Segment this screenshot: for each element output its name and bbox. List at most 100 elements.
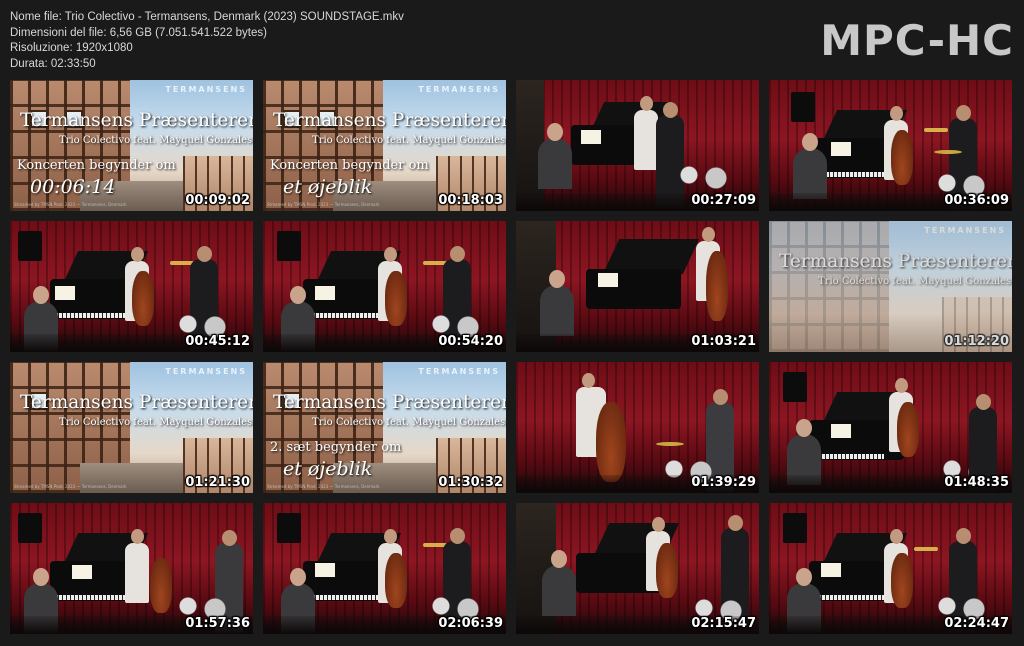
thumbnail[interactable]: 00:45:12 xyxy=(10,221,253,352)
thumbnail[interactable]: 00:36:09 xyxy=(769,80,1012,211)
cymbal xyxy=(934,150,962,154)
double-bass xyxy=(385,271,407,326)
timestamp: 01:21:30 xyxy=(185,475,250,490)
thumbnail[interactable]: TERMANSENS Termansens Præsenterer: Trio … xyxy=(263,80,506,211)
slide-subtitle: Trio Colectivo feat. Mayquel Gonzales xyxy=(59,135,253,146)
thumbnail[interactable]: 00:54:20 xyxy=(263,221,506,352)
double-bass xyxy=(706,251,728,321)
piano-keys xyxy=(55,595,125,600)
sheet-music xyxy=(831,424,851,438)
file-name: Nome file: Trio Colectivo - Termansens, … xyxy=(10,11,404,23)
slide-moment: et øjeblik xyxy=(283,458,373,480)
pianist xyxy=(542,550,576,616)
pianist xyxy=(793,133,827,199)
slide-title: Termansens Præsenterer: xyxy=(779,251,1012,272)
timestamp: 00:54:20 xyxy=(438,334,503,349)
brand-logo: TERMANSENS xyxy=(165,85,247,94)
brand-logo: TERMANSENS xyxy=(418,85,500,94)
bassist xyxy=(125,529,149,603)
pianist xyxy=(538,123,572,189)
piano-keys xyxy=(55,313,125,318)
timestamp: 02:15:47 xyxy=(691,616,756,631)
double-bass xyxy=(596,402,626,482)
speaker xyxy=(18,513,42,543)
thumbnail[interactable]: TERMANSENS Termansens Præsenterer: Trio … xyxy=(263,362,506,493)
double-bass xyxy=(897,402,919,457)
sheet-music xyxy=(821,563,841,577)
slide-subtitle: Trio Colectivo feat. Mayquel Gonzales xyxy=(59,417,253,428)
speaker xyxy=(18,231,42,261)
timestamp: 01:30:32 xyxy=(438,475,503,490)
slide-title: Termansens Præsenterer: xyxy=(273,392,506,413)
timestamp: 01:48:35 xyxy=(944,475,1009,490)
thumbnail[interactable]: TERMANSENS Termansens Præsenterer: Trio … xyxy=(10,362,253,493)
double-bass xyxy=(385,553,407,608)
sheet-music xyxy=(315,563,335,577)
double-bass xyxy=(656,543,678,598)
trumpet xyxy=(924,128,948,132)
stream-credit: Streamed by TMSN Prod. 2023 — Termansens… xyxy=(14,202,127,207)
timestamp: 02:24:47 xyxy=(944,616,1009,631)
slide-begin-text: 2. sæt begynder om xyxy=(270,440,402,455)
double-bass xyxy=(891,553,913,608)
brand-logo: TERMANSENS xyxy=(418,367,500,376)
pianist xyxy=(540,270,574,336)
slide-subtitle: Trio Colectivo feat. Mayquel Gonzales xyxy=(818,276,1012,287)
thumbnail[interactable]: 01:57:36 xyxy=(10,503,253,634)
timestamp: 01:39:29 xyxy=(691,475,756,490)
timestamp: 02:06:39 xyxy=(438,616,503,631)
file-size: Dimensioni del file: 6,56 GB (7.051.541.… xyxy=(10,26,267,39)
slide-subtitle: Trio Colectivo feat. Mayquel Gonzales xyxy=(312,135,506,146)
piano-keys xyxy=(814,454,884,459)
slide-moment: et øjeblik xyxy=(283,176,373,198)
slide-begin-text: Koncerten begynder om xyxy=(17,158,176,173)
double-bass xyxy=(891,130,913,185)
timestamp: 01:57:36 xyxy=(185,616,250,631)
piano-keys xyxy=(814,595,884,600)
thumbnail[interactable]: 02:24:47 xyxy=(769,503,1012,634)
thumbnail[interactable]: TERMANSENS Termansens Præsenterer: Trio … xyxy=(769,221,1012,352)
timestamp: 00:45:12 xyxy=(185,334,250,349)
timestamp: 01:12:20 xyxy=(944,334,1009,349)
slide-title: Termansens Præsenterer: xyxy=(20,392,253,413)
sheet-music xyxy=(315,286,335,300)
piano-keys xyxy=(308,313,378,318)
slide-begin-text: Koncerten begynder om xyxy=(270,158,429,173)
thumbnail[interactable]: 00:27:09 xyxy=(516,80,759,211)
file-info: Nome file: Trio Colectivo - Termansens, … xyxy=(10,10,404,72)
stream-credit: Streamed by TMSN Prod. 2023 — Termansens… xyxy=(14,484,127,489)
thumbnail[interactable]: TERMANSENS Termansens Præsenterer: Trio … xyxy=(10,80,253,211)
timestamp: 00:09:02 xyxy=(185,193,250,208)
slide-subtitle: Trio Colectivo feat. Mayquel Gonzales xyxy=(312,417,506,428)
app-logo: MPC-HC xyxy=(820,16,1014,65)
resolution: Risoluzione: 1920x1080 xyxy=(10,42,133,55)
slide-title: Termansens Præsenterer: xyxy=(20,110,253,131)
cymbal xyxy=(656,442,684,446)
timestamp: 00:27:09 xyxy=(691,193,756,208)
stream-credit: Streamed by TMSN Prod. 2023 — Termansens… xyxy=(267,202,380,207)
thumbnail[interactable]: 02:06:39 xyxy=(263,503,506,634)
bassist xyxy=(634,96,658,170)
thumbnail[interactable]: 02:15:47 xyxy=(516,503,759,634)
sheet-music xyxy=(72,565,92,579)
drums xyxy=(671,160,731,190)
thumbnail[interactable]: 01:03:21 xyxy=(516,221,759,352)
sheet-music xyxy=(831,142,851,156)
brand-logo: TERMANSENS xyxy=(165,367,247,376)
brand-logo: TERMANSENS xyxy=(924,226,1006,235)
speaker xyxy=(783,372,807,402)
timestamp: 01:03:21 xyxy=(691,334,756,349)
slide-title: Termansens Præsenterer: xyxy=(273,110,506,131)
timestamp: 00:18:03 xyxy=(438,193,503,208)
thumbnail[interactable]: 01:39:29 xyxy=(516,362,759,493)
thumbnail[interactable]: 01:48:35 xyxy=(769,362,1012,493)
timestamp: 00:36:09 xyxy=(944,193,1009,208)
double-bass xyxy=(132,271,154,326)
stream-credit: Streamed by TMSN Prod. 2023 — Termansens… xyxy=(267,484,380,489)
speaker xyxy=(791,92,815,122)
sheet-music xyxy=(598,273,618,287)
thumbnail-grid: TERMANSENS Termansens Præsenterer: Trio … xyxy=(10,80,1016,634)
piano-keys xyxy=(308,595,378,600)
double-bass xyxy=(150,558,172,613)
speaker xyxy=(277,231,301,261)
